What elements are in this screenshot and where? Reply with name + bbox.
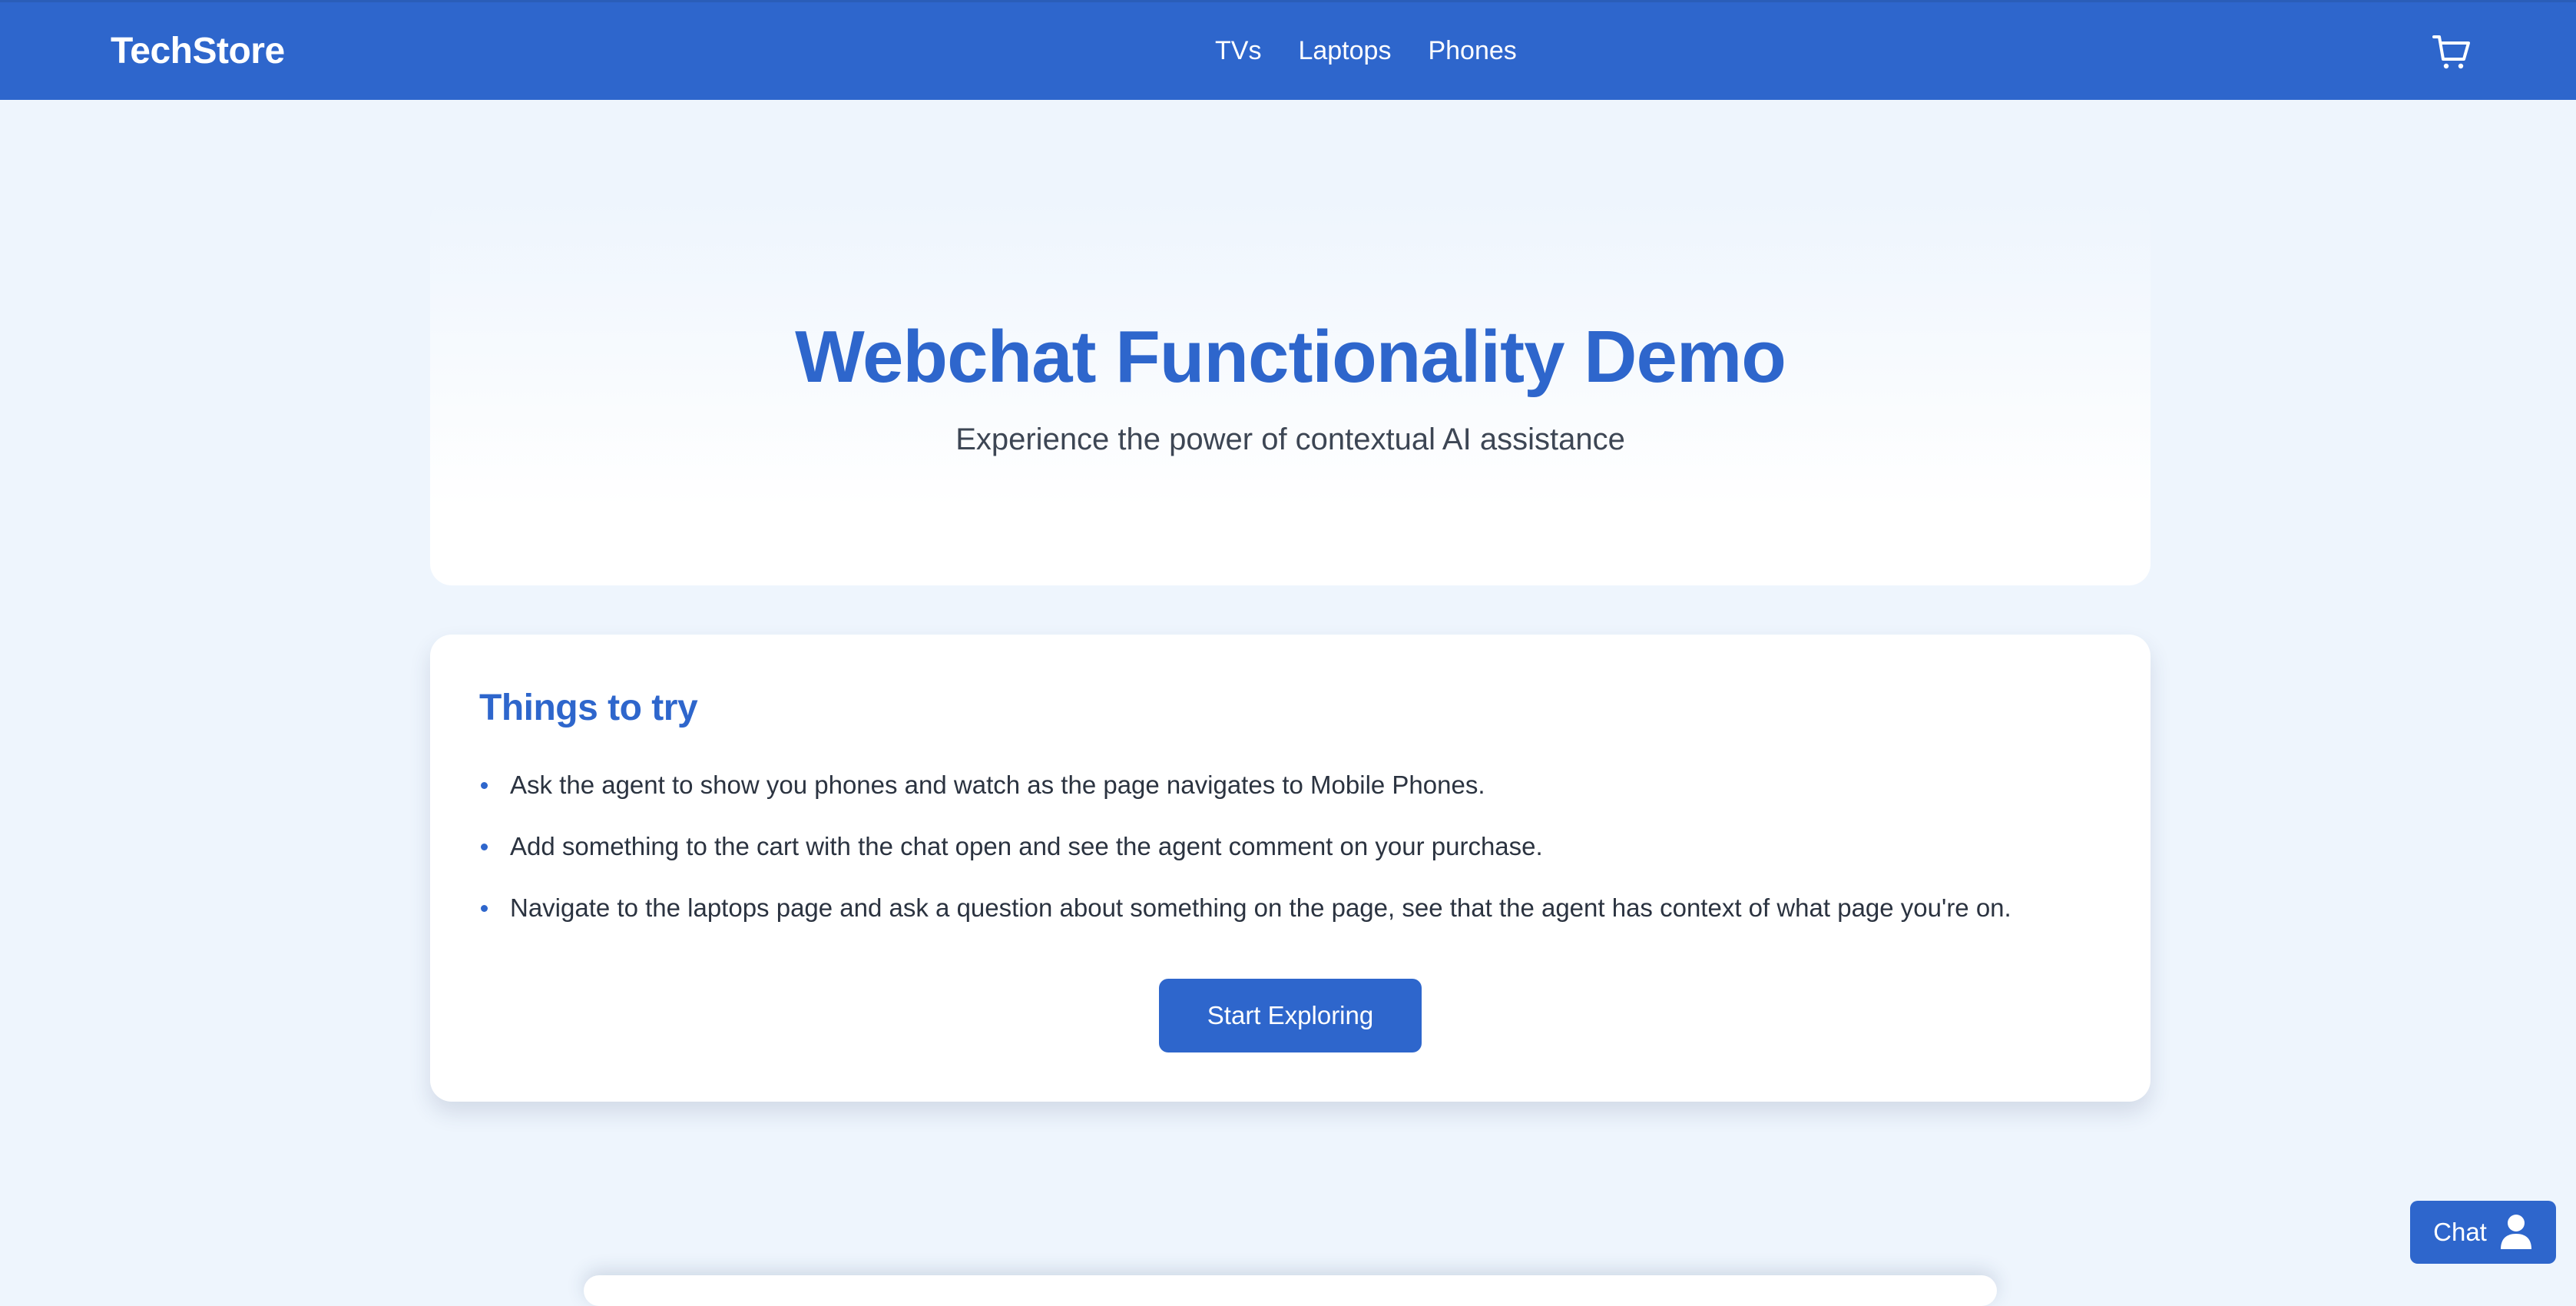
nav-link-tvs[interactable]: TVs (1215, 36, 1261, 66)
brand-logo[interactable]: TechStore (111, 30, 285, 72)
list-item: Ask the agent to show you phones and wat… (479, 770, 2011, 831)
things-to-try-card: Things to try Ask the agent to show you … (430, 635, 2151, 1102)
tip-text: Add something to the cart with the chat … (510, 832, 1543, 860)
next-section-card-edge (584, 1275, 1997, 1306)
tip-text: Navigate to the laptops page and ask a q… (510, 893, 2011, 922)
nav-link-phones[interactable]: Phones (1428, 36, 1516, 66)
chat-button[interactable]: Chat (2410, 1201, 2556, 1264)
list-item: Add something to the cart with the chat … (479, 831, 2011, 893)
things-to-try-heading: Things to try (479, 688, 698, 728)
hero-banner: Webchat Functionality Demo Experience th… (430, 198, 2151, 585)
user-icon (2500, 1215, 2531, 1249)
shopping-cart-icon[interactable] (2432, 33, 2472, 71)
main-nav: TVs Laptops Phones (1215, 36, 1517, 66)
top-navigation-bar: TechStore TVs Laptops Phones (0, 0, 2576, 100)
bullet-icon (481, 844, 488, 850)
chat-button-label: Chat (2433, 1218, 2487, 1246)
nav-link-laptops[interactable]: Laptops (1298, 36, 1391, 66)
bullet-icon (481, 905, 488, 912)
tips-list: Ask the agent to show you phones and wat… (479, 770, 2011, 954)
list-item: Navigate to the laptops page and ask a q… (479, 893, 2011, 954)
tip-text: Ask the agent to show you phones and wat… (510, 771, 1485, 799)
start-exploring-button[interactable]: Start Exploring (1159, 979, 1422, 1052)
hero-title: Webchat Functionality Demo (795, 316, 1786, 398)
hero-subtitle: Experience the power of contextual AI as… (955, 423, 1625, 456)
bullet-icon (481, 782, 488, 789)
